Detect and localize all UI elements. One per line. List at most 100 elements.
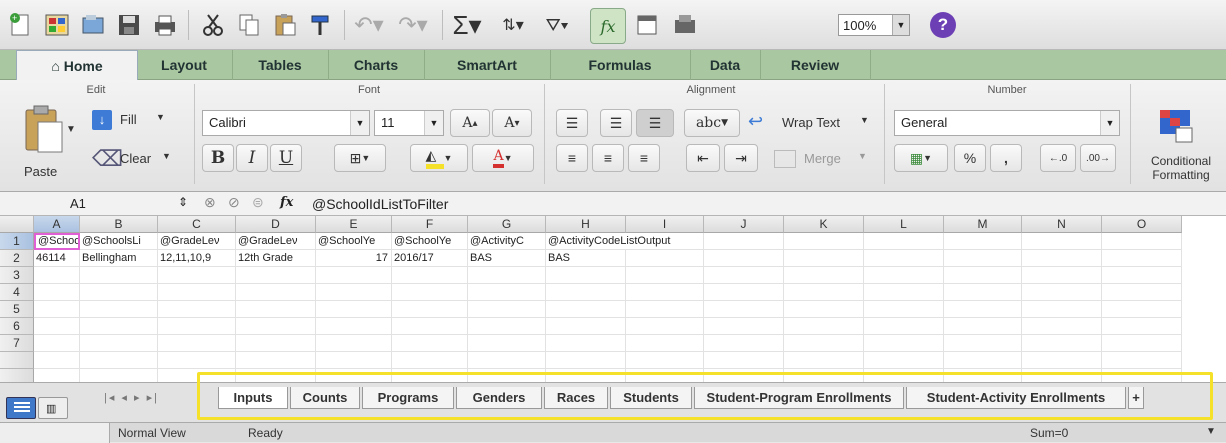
tab-tables[interactable]: Tables xyxy=(232,50,329,80)
sheet-tab-races[interactable]: Races xyxy=(544,387,608,409)
cell-m8[interactable] xyxy=(944,352,1022,369)
paste-button[interactable]: Paste ▼ xyxy=(14,104,76,184)
grow-font-button[interactable]: A ▴ xyxy=(450,109,490,137)
sheet-tab-inputs[interactable]: Inputs xyxy=(218,387,288,409)
cell-l8[interactable] xyxy=(864,352,944,369)
decrease-decimal-button[interactable]: .00→ xyxy=(1080,144,1116,172)
cell-o2[interactable] xyxy=(1102,250,1182,267)
cell-e5[interactable] xyxy=(316,301,392,318)
merge-button[interactable]: Merge ▼ xyxy=(774,146,870,172)
cell-m1[interactable] xyxy=(944,233,1022,250)
font-color-button[interactable]: A ▼ xyxy=(472,144,534,172)
cell-b1[interactable]: @SchoolsLi xyxy=(80,233,158,250)
cell-j3[interactable] xyxy=(704,267,784,284)
align-center-button[interactable]: ≡ xyxy=(592,144,624,172)
column-header-i[interactable]: I xyxy=(626,216,704,233)
font-size-select[interactable]: 11 ▼ xyxy=(374,110,444,136)
cell-f1[interactable]: @SchoolYe xyxy=(392,233,468,250)
fill-button[interactable]: ↓ Fill ▼ xyxy=(92,108,182,134)
tab-data[interactable]: Data xyxy=(690,50,761,80)
conditional-formatting-button[interactable]: Conditional Formatting xyxy=(1134,102,1224,188)
column-header-c[interactable]: C xyxy=(158,216,236,233)
cell-h7[interactable] xyxy=(546,335,626,352)
column-header-n[interactable]: N xyxy=(1022,216,1102,233)
cell-k7[interactable] xyxy=(784,335,864,352)
cell-m5[interactable] xyxy=(944,301,1022,318)
cell-d3[interactable] xyxy=(236,267,316,284)
cell-c7[interactable] xyxy=(158,335,236,352)
align-right-button[interactable]: ≡ xyxy=(628,144,660,172)
cell-g6[interactable] xyxy=(468,318,546,335)
underline-button[interactable]: U xyxy=(270,144,302,172)
cell-h6[interactable] xyxy=(546,318,626,335)
tab-formulas[interactable]: Formulas xyxy=(550,50,691,80)
column-header-e[interactable]: E xyxy=(316,216,392,233)
cell-k1[interactable] xyxy=(784,233,864,250)
cell-a6[interactable] xyxy=(34,318,80,335)
number-format-select[interactable]: General ▼ xyxy=(894,110,1120,136)
increase-indent-button[interactable]: ⇥ xyxy=(724,144,758,172)
cell-j8[interactable] xyxy=(704,352,784,369)
cell-i2[interactable] xyxy=(626,250,704,267)
autosum-icon[interactable]: Σ▾ xyxy=(450,8,484,42)
equals-icon[interactable]: ⊜ xyxy=(252,194,264,211)
cell-o8[interactable] xyxy=(1102,352,1182,369)
cell-c2[interactable]: 12,11,10,9 xyxy=(158,250,236,267)
cell-b2[interactable]: Bellingham xyxy=(80,250,158,267)
confirm-icon[interactable]: ⊘ xyxy=(228,194,240,211)
cell-l5[interactable] xyxy=(864,301,944,318)
cell-a2[interactable]: 46114 xyxy=(34,250,80,267)
tab-charts[interactable]: Charts xyxy=(328,50,425,80)
column-header-a[interactable]: A xyxy=(34,216,80,233)
sheet-tab-counts[interactable]: Counts xyxy=(290,387,360,409)
row-header[interactable]: 4 xyxy=(0,284,34,301)
tab-layout[interactable]: Layout xyxy=(136,50,233,80)
cell-c4[interactable] xyxy=(158,284,236,301)
formula-builder-icon[interactable]: fx xyxy=(590,8,626,44)
borders-button[interactable]: ⊞ ▼ xyxy=(334,144,386,172)
column-header-g[interactable]: G xyxy=(468,216,546,233)
cell-d7[interactable] xyxy=(236,335,316,352)
cell-d6[interactable] xyxy=(236,318,316,335)
cell-b7[interactable] xyxy=(80,335,158,352)
cell-l2[interactable] xyxy=(864,250,944,267)
cell-l4[interactable] xyxy=(864,284,944,301)
column-header-k[interactable]: K xyxy=(784,216,864,233)
row-header[interactable]: 2 xyxy=(0,250,34,267)
cell-a7[interactable] xyxy=(34,335,80,352)
page-layout-view-button[interactable]: ▥ xyxy=(38,397,68,419)
cell-g7[interactable] xyxy=(468,335,546,352)
print-icon[interactable] xyxy=(148,8,182,42)
cell-g5[interactable] xyxy=(468,301,546,318)
align-left-button[interactable]: ≡ xyxy=(556,144,588,172)
normal-view-button[interactable] xyxy=(6,397,36,419)
cell-b4[interactable] xyxy=(80,284,158,301)
sheet-tab-programs[interactable]: Programs xyxy=(362,387,454,409)
open-icon[interactable] xyxy=(76,8,110,42)
sort-icon[interactable]: ⇅▾ xyxy=(496,8,530,42)
cell-b3[interactable] xyxy=(80,267,158,284)
sheet-tab-student-activity-enrollments[interactable]: Student-Activity Enrollments xyxy=(906,387,1126,409)
cell-m3[interactable] xyxy=(944,267,1022,284)
cell-b5[interactable] xyxy=(80,301,158,318)
align-middle-button[interactable]: ☰ xyxy=(600,109,632,137)
cell-c1[interactable]: @GradeLeν xyxy=(158,233,236,250)
bold-button[interactable]: B xyxy=(202,144,234,172)
cell-c6[interactable] xyxy=(158,318,236,335)
cell-j1[interactable] xyxy=(704,233,784,250)
cell-b6[interactable] xyxy=(80,318,158,335)
help-icon[interactable]: ? xyxy=(930,12,956,38)
fill-color-button[interactable]: ◭ ▼ xyxy=(410,144,468,172)
cell-j6[interactable] xyxy=(704,318,784,335)
cell-f4[interactable] xyxy=(392,284,468,301)
cell-b8[interactable] xyxy=(80,352,158,369)
add-sheet-button[interactable]: + xyxy=(1128,387,1144,409)
cell-f8[interactable] xyxy=(392,352,468,369)
cell-a8[interactable] xyxy=(34,352,80,369)
tab-smartart[interactable]: SmartArt xyxy=(424,50,551,80)
new-document-icon[interactable]: + xyxy=(4,8,38,42)
paste-icon[interactable] xyxy=(268,8,302,42)
toolbox-icon[interactable] xyxy=(630,8,664,42)
shrink-font-button[interactable]: A ▾ xyxy=(492,109,532,137)
cell-n3[interactable] xyxy=(1022,267,1102,284)
